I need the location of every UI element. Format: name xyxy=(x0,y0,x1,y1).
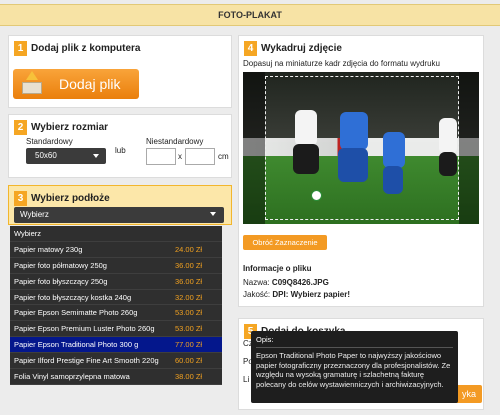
material-dropdown-list: Wybierz Papier matowy 230g 24.00 Zł Papier … xyxy=(10,226,222,385)
custom-height-input[interactable] xyxy=(185,148,215,165)
material-option-name: Papier foto półmatowy 250g xyxy=(14,260,107,270)
times-label: x xyxy=(178,152,182,161)
material-option-price: 53.00 Zł xyxy=(175,308,203,318)
page-title: FOTO-PLAKAT xyxy=(218,10,282,20)
step-2-title-text: Wybierz rozmiar xyxy=(31,122,109,133)
step-4-title-text: Wykadruj zdjęcie xyxy=(261,43,342,54)
material-option-name: Papier foto błyszczący 250g xyxy=(14,276,108,286)
step-4-title: 4 Wykadruj zdjęcie xyxy=(244,41,478,56)
crop-hint: Dopasuj na miniaturze kadr zdjęcia do fo… xyxy=(243,59,440,68)
cart-summary-text: Li xyxy=(243,375,250,384)
photo-preview xyxy=(243,72,479,224)
material-option-name: Papier Epson Semimatte Photo 260g xyxy=(14,308,138,318)
material-option-price: 36.00 Zł xyxy=(175,260,203,270)
step-add-file-panel: 1 Dodaj plik z komputera Dodaj plik xyxy=(8,35,232,108)
add-file-button[interactable]: Dodaj plik xyxy=(13,69,139,99)
material-option[interactable]: Papier Ilford Prestige Fine Art Smooth 2… xyxy=(10,353,222,370)
standard-size-label: Standardowy xyxy=(26,137,73,146)
material-option[interactable]: Papier foto błyszczący 250g 36.00 Zł xyxy=(10,274,222,290)
material-option-price: 24.00 Zł xyxy=(175,244,203,254)
material-description-tooltip: Opis: Epson Traditional Photo Paper to n… xyxy=(251,331,458,403)
file-name-value: C09Q8426.JPG xyxy=(271,278,329,287)
material-option-name: Wybierz xyxy=(14,229,42,238)
standard-size-select[interactable]: 50x60 xyxy=(26,148,106,164)
file-quality-label: Jakość: xyxy=(243,290,271,299)
chevron-down-icon xyxy=(210,212,216,216)
file-quality-row: Jakość: DPI: Wybierz papier! xyxy=(243,290,350,299)
material-option-name: Papier foto błyszczący kostka 240g xyxy=(14,292,132,302)
standard-size-value: 50x60 xyxy=(35,151,57,160)
file-name-label: Nazwa: xyxy=(243,278,270,287)
material-option[interactable]: Papier foto błyszczący kostka 240g 32.00 … xyxy=(10,290,222,306)
step-number-badge: 2 xyxy=(14,120,27,135)
material-option[interactable]: Papier foto półmatowy 250g 36.00 Zł xyxy=(10,258,222,274)
or-label: lub xyxy=(115,146,126,155)
step-number-badge: 3 xyxy=(14,191,27,206)
upload-icon xyxy=(17,69,47,99)
step-material-panel: 3 Wybierz podłoże Wybierz xyxy=(8,185,232,225)
material-option-price: 53.00 Zł xyxy=(175,324,203,334)
file-name-row: Nazwa: C09Q8426.JPG xyxy=(243,278,329,287)
add-file-label: Dodaj plik xyxy=(59,76,121,92)
tooltip-title: Opis: xyxy=(256,335,453,349)
page-header: FOTO-PLAKAT xyxy=(0,4,500,26)
material-select-value: Wybierz xyxy=(20,210,49,219)
custom-width-input[interactable] xyxy=(146,148,176,165)
material-option[interactable]: Wybierz xyxy=(10,226,222,242)
material-option[interactable]: Papier Epson Premium Luster Photo 260g 53… xyxy=(10,321,222,338)
material-option[interactable]: Papier matowy 230g 24.00 Zł xyxy=(10,242,222,258)
rotate-selection-button[interactable]: Obróć Zaznaczenie xyxy=(243,235,327,250)
custom-size-label: Niestandardowy xyxy=(146,137,204,146)
step-crop-panel: 4 Wykadruj zdjęcie Dopasuj na miniaturze… xyxy=(238,35,484,307)
material-option-price: 77.00 Zł xyxy=(175,340,203,350)
tooltip-text: Epson Traditional Photo Paper to najwyżs… xyxy=(256,351,451,389)
step-3-title: 3 Wybierz podłoże xyxy=(14,191,226,206)
step-3-title-text: Wybierz podłoże xyxy=(31,193,110,204)
step-size-panel: 2 Wybierz rozmiar Standardowy 50x60 lub … xyxy=(8,114,232,178)
material-option-name: Papier matowy 230g xyxy=(14,244,83,254)
material-option[interactable]: Folia Vinyl samoprzylepna matowa 38.00 Zł xyxy=(10,369,222,385)
material-option[interactable]: Papier Epson Traditional Photo 300 g 77.0… xyxy=(10,337,222,354)
step-1-title-text: Dodaj plik z komputera xyxy=(31,43,141,54)
chevron-down-icon xyxy=(93,154,99,158)
step-number-badge: 4 xyxy=(244,41,257,56)
material-option-name: Papier Epson Traditional Photo 300 g xyxy=(14,340,139,350)
file-quality-value: DPI: Wybierz papier! xyxy=(272,290,351,299)
material-option-price: 60.00 Zł xyxy=(175,356,203,366)
file-info-title: Informacje o pliku xyxy=(243,264,312,273)
unit-label: cm xyxy=(218,152,229,161)
material-option-price: 38.00 Zł xyxy=(175,372,203,382)
step-number-badge: 1 xyxy=(14,41,27,56)
material-option-name: Papier Ilford Prestige Fine Art Smooth 2… xyxy=(14,356,159,366)
step-2-title: 2 Wybierz rozmiar xyxy=(14,120,226,135)
step-1-title: 1 Dodaj plik z komputera xyxy=(14,41,226,56)
material-option-price: 32.00 Zł xyxy=(175,292,203,302)
material-option-name: Papier Epson Premium Luster Photo 260g xyxy=(14,324,155,334)
material-option-price: 36.00 Zł xyxy=(175,276,203,286)
material-option[interactable]: Papier Epson Semimatte Photo 260g 53.00 Z… xyxy=(10,305,222,322)
material-select[interactable]: Wybierz xyxy=(14,207,224,223)
crop-frame[interactable] xyxy=(265,76,459,220)
material-option-name: Folia Vinyl samoprzylepna matowa xyxy=(14,372,130,382)
